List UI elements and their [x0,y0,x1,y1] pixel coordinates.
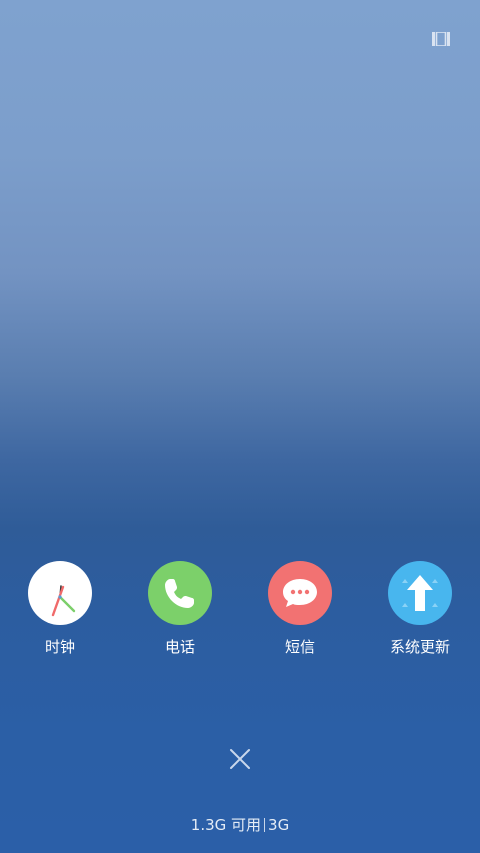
close-icon[interactable] [228,747,252,771]
app-clock-label: 时钟 [44,638,75,656]
system-update-icon [388,561,452,625]
app-messages-label: 短信 [284,638,315,656]
message-icon [268,561,332,625]
app-phone-label: 电话 [164,638,195,656]
app-clock[interactable]: 时钟 [10,561,110,661]
memory-available: 1.3G 可用 [190,816,262,834]
app-system-update-label: 系统更新 [389,638,450,656]
network-type: 3G [268,816,290,834]
app-messages[interactable]: 短信 [250,561,350,661]
recent-apps-row: 时钟 电话 短信 系统更新 [0,561,480,661]
memory-divider [264,818,266,832]
clock-icon [28,561,92,625]
memory-info: 1.3G 可用 3G [0,815,480,835]
app-phone[interactable]: 电话 [130,561,230,661]
phone-icon [148,561,212,625]
recents-grid-icon[interactable] [432,31,450,47]
app-system-update[interactable]: 系统更新 [370,561,470,661]
